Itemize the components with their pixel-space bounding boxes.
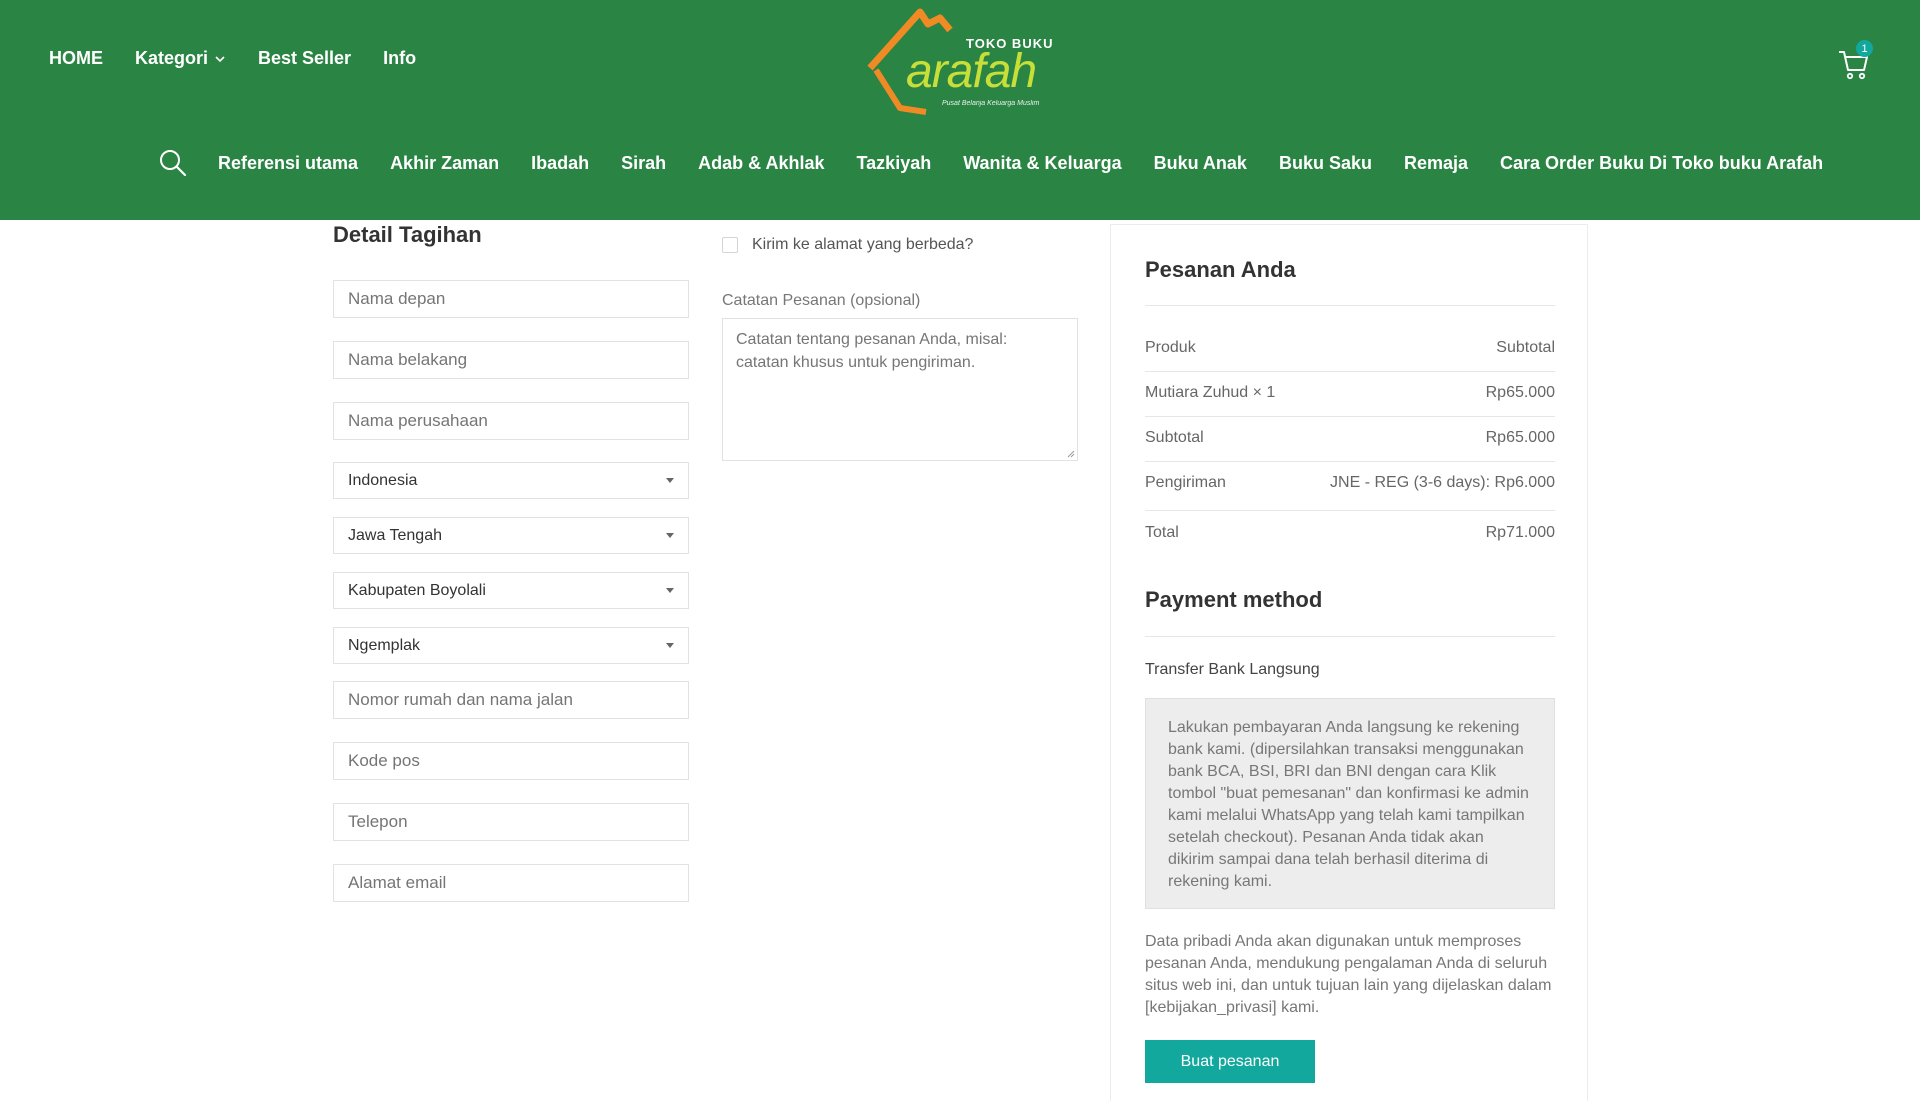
address-input[interactable] <box>333 681 689 719</box>
shipping-label: Pengiriman <box>1145 474 1226 491</box>
resize-grip-icon[interactable] <box>1067 450 1075 458</box>
item-name: Mutiara Zuhud × 1 <box>1145 384 1276 401</box>
total-label: Total <box>1145 524 1179 541</box>
nav-best-seller[interactable]: Best Seller <box>258 48 351 69</box>
place-order-button[interactable]: Buat pesanan <box>1145 1040 1315 1083</box>
search-icon[interactable] <box>158 148 188 178</box>
order-review-panel: Pesanan Anda Produk Subtotal Mutiara Zuh… <box>1110 224 1588 1101</box>
province-value: Jawa Tengah <box>348 526 442 544</box>
caret-down-icon <box>666 533 674 538</box>
category-buku-saku[interactable]: Buku Saku <box>1279 153 1372 174</box>
different-address-checkbox[interactable] <box>722 237 738 253</box>
subtotal-value: Rp65.000 <box>1485 429 1555 446</box>
order-title: Pesanan Anda <box>1145 257 1296 282</box>
billing-section: Detail Tagihan <box>333 222 689 248</box>
main-nav: HOME Kategori Best Seller Info <box>49 48 416 69</box>
category-wanita-keluarga[interactable]: Wanita & Keluarga <box>963 153 1121 174</box>
category-adab-akhlak[interactable]: Adab & Akhlak <box>698 153 824 174</box>
subtotal-row: Subtotal Rp65.000 <box>1145 429 1555 447</box>
chevron-down-icon <box>215 55 225 62</box>
country-value: Indonesia <box>348 471 418 489</box>
phone-input[interactable] <box>333 803 689 841</box>
caret-down-icon <box>666 643 674 648</box>
category-sirah[interactable]: Sirah <box>621 153 666 174</box>
payment-title: Payment method <box>1145 587 1323 612</box>
payment-method-description: Lakukan pembayaran Anda langsung ke reke… <box>1145 698 1555 909</box>
different-address-label[interactable]: Kirim ke alamat yang berbeda? <box>752 236 973 254</box>
divider <box>1145 416 1555 417</box>
subtotal-label: Subtotal <box>1145 429 1204 446</box>
order-notes-textarea[interactable] <box>722 318 1078 461</box>
category-tazkiyah[interactable]: Tazkiyah <box>857 153 932 174</box>
divider <box>1145 510 1555 511</box>
shipping-row: Pengiriman JNE - REG (3-6 days): Rp6.000 <box>1145 474 1555 492</box>
divider <box>1145 461 1555 462</box>
category-cara-order[interactable]: Cara Order Buku Di Toko buku Arafah <box>1500 153 1823 174</box>
category-akhir-zaman[interactable]: Akhir Zaman <box>390 153 499 174</box>
cart-button[interactable]: 1 <box>1837 40 1873 80</box>
category-ibadah[interactable]: Ibadah <box>531 153 589 174</box>
company-input[interactable] <box>333 402 689 440</box>
city-select[interactable]: Kabupaten Boyolali <box>333 572 689 609</box>
district-value: Ngemplak <box>348 636 421 654</box>
province-select[interactable]: Jawa Tengah <box>333 517 689 554</box>
category-buku-anak[interactable]: Buku Anak <box>1154 153 1247 174</box>
total-value: Rp71.000 <box>1485 524 1555 541</box>
cart-count-badge: 1 <box>1856 40 1873 57</box>
city-value: Kabupaten Boyolali <box>348 581 486 599</box>
email-input[interactable] <box>333 864 689 902</box>
nav-home[interactable]: HOME <box>49 48 103 69</box>
nav-info[interactable]: Info <box>383 48 416 69</box>
logo-brand: arafah <box>906 45 1037 98</box>
subtotal-header: Subtotal <box>1496 339 1555 356</box>
payment-method-bank-transfer[interactable]: Transfer Bank Langsung <box>1145 661 1320 679</box>
nav-kategori-label: Kategori <box>135 48 209 68</box>
privacy-notice: Data pribadi Anda akan digunakan untuk m… <box>1145 933 1552 1016</box>
postcode-input[interactable] <box>333 742 689 780</box>
total-row: Total Rp71.000 <box>1145 524 1555 542</box>
different-address-option: Kirim ke alamat yang berbeda? <box>722 236 973 254</box>
caret-down-icon <box>666 588 674 593</box>
site-logo[interactable]: TOKO BUKU arafah Pusat Belanja Keluarga … <box>866 8 1062 116</box>
nav-kategori[interactable]: Kategori <box>135 48 226 69</box>
divider <box>1145 371 1555 372</box>
product-header: Produk <box>1145 339 1196 356</box>
category-nav: Referensi utama Akhir Zaman Ibadah Sirah… <box>158 148 1855 178</box>
item-price: Rp65.000 <box>1485 384 1555 401</box>
billing-title: Detail Tagihan <box>333 222 482 247</box>
caret-down-icon <box>666 478 674 483</box>
country-select[interactable]: Indonesia <box>333 462 689 499</box>
divider <box>1145 636 1555 637</box>
order-item-row: Mutiara Zuhud × 1 Rp65.000 <box>1145 384 1555 402</box>
shipping-value: JNE - REG (3-6 days): Rp6.000 <box>1330 474 1555 491</box>
order-notes-label: Catatan Pesanan (opsional) <box>722 292 921 309</box>
category-referensi-utama[interactable]: Referensi utama <box>218 153 358 174</box>
order-table-header: Produk Subtotal <box>1145 339 1555 357</box>
divider <box>1145 305 1555 306</box>
first-name-input[interactable] <box>333 280 689 318</box>
logo-tagline: Pusat Belanja Keluarga Muslim <box>942 100 1040 107</box>
district-select[interactable]: Ngemplak <box>333 627 689 664</box>
category-remaja[interactable]: Remaja <box>1404 153 1468 174</box>
site-header: HOME Kategori Best Seller Info TOKO BUKU… <box>0 0 1920 220</box>
last-name-input[interactable] <box>333 341 689 379</box>
